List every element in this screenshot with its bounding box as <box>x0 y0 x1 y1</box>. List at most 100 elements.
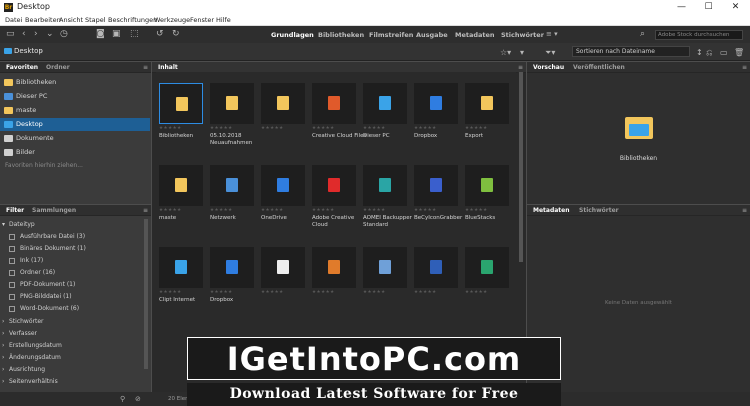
tab-metadaten[interactable]: Metadaten <box>533 207 570 214</box>
tab-vorschau[interactable]: Vorschau <box>533 64 564 71</box>
filter-icon[interactable]: ⏷▾ <box>545 47 555 58</box>
rating-stars[interactable]: ★★★★★ <box>159 208 182 213</box>
thumbnail-item[interactable] <box>261 165 305 206</box>
filter-checkbox-item[interactable]: Binäres Dokument (1) <box>0 243 148 255</box>
folder-open-icon[interactable]: ▭ <box>720 47 728 58</box>
thumbnail-item[interactable] <box>210 165 254 206</box>
checkbox[interactable] <box>9 294 15 300</box>
no-entry-icon[interactable]: ⊘ <box>135 395 141 403</box>
workspace-menu-icon[interactable]: ≡ ▾ <box>546 29 558 40</box>
ascending-icon[interactable]: ↕ <box>696 47 703 58</box>
camera-icon[interactable]: ◙ <box>96 29 105 40</box>
tab-stichwoerter[interactable]: Stichwörter <box>579 207 619 214</box>
back-icon[interactable]: ‹ <box>22 29 26 40</box>
breadcrumb[interactable]: Desktop <box>14 47 43 55</box>
thumbnail-item[interactable] <box>363 247 407 288</box>
checkbox[interactable] <box>9 282 15 288</box>
thumbnail-item[interactable] <box>414 83 458 124</box>
filter-section[interactable]: › Seitenverhältnis <box>0 376 148 388</box>
thumbnail-item[interactable] <box>363 83 407 124</box>
thumbnail-item[interactable] <box>210 247 254 288</box>
rating-stars[interactable]: ★★★★★ <box>261 208 284 213</box>
filter-checkbox-item[interactable]: PDF-Dokument (1) <box>0 279 148 291</box>
rating-filter-icon[interactable]: ▾ <box>520 47 524 58</box>
panel-menu-icon[interactable]: ≡ <box>143 207 148 214</box>
thumbnail-item[interactable] <box>159 165 203 206</box>
rating-stars[interactable]: ★★★★★ <box>363 290 386 295</box>
rating-stars[interactable]: ★★★★★ <box>312 208 335 213</box>
rating-stars[interactable]: ★★★★★ <box>414 208 437 213</box>
thumbnail-item[interactable] <box>312 165 356 206</box>
thumbnail-item[interactable] <box>465 83 509 124</box>
menu-beschriftungen[interactable]: Beschriftungen <box>108 16 157 24</box>
filter-checkbox-item[interactable]: PNG-Bilddatei (1) <box>0 291 148 303</box>
rating-stars[interactable]: ★★★★★ <box>159 126 182 131</box>
filter-checkbox-item[interactable]: Ink (17) <box>0 255 148 267</box>
favorite-item[interactable]: Bilder <box>0 146 150 159</box>
tab-bibliotheken[interactable]: Bibliotheken <box>318 29 364 41</box>
menu-hilfe[interactable]: Hilfe <box>216 16 231 24</box>
rotate-right-icon[interactable]: ↻ <box>172 29 180 40</box>
star-filter-icon[interactable]: ☆▾ <box>500 47 511 58</box>
checkbox[interactable] <box>9 306 15 312</box>
rating-stars[interactable]: ★★★★★ <box>210 208 233 213</box>
tab-grundlagen[interactable]: Grundlagen <box>271 29 314 41</box>
checkbox[interactable] <box>9 258 15 264</box>
filter-section[interactable]: › Erstellungsdatum <box>0 340 148 352</box>
rating-stars[interactable]: ★★★★★ <box>363 208 386 213</box>
filter-section[interactable]: › Änderungsdatum <box>0 352 148 364</box>
rotate-left-icon[interactable]: ↺ <box>156 29 164 40</box>
thumbnail-item[interactable] <box>414 165 458 206</box>
panel-menu-icon[interactable]: ≡ <box>742 207 747 214</box>
rating-stars[interactable]: ★★★★★ <box>363 126 386 131</box>
filter-checkbox-item[interactable]: Ordner (16) <box>0 267 148 279</box>
rating-stars[interactable]: ★★★★★ <box>465 208 488 213</box>
delete-icon[interactable]: 🗑 <box>734 47 744 58</box>
favorite-item[interactable]: maste <box>0 104 150 117</box>
filter-checkbox-item[interactable]: Ausführbare Datei (3) <box>0 231 148 243</box>
thumbnail-item[interactable] <box>210 83 254 124</box>
rating-stars[interactable]: ★★★★★ <box>465 126 488 131</box>
menu-bearbeiten[interactable]: Bearbeiten <box>25 16 61 24</box>
tab-sammlungen[interactable]: Sammlungen <box>32 207 76 214</box>
tab-filter[interactable]: Filter <box>6 207 24 214</box>
menu-stapel[interactable]: Stapel <box>85 16 106 24</box>
filter-section[interactable]: › Ausrichtung <box>0 364 148 376</box>
search-input[interactable]: Adobe Stock durchsuchen <box>655 30 743 40</box>
thumbnail-item[interactable] <box>261 83 305 124</box>
rating-stars[interactable]: ★★★★★ <box>159 290 182 295</box>
new-folder-icon[interactable]: ⎌ <box>706 47 712 58</box>
menu-datei[interactable]: Datei <box>5 16 22 24</box>
rating-stars[interactable]: ★★★★★ <box>210 126 233 131</box>
open-recent-icon[interactable]: ⬚ <box>130 29 139 40</box>
filter-scrollbar[interactable] <box>144 219 148 369</box>
thumbnail-item[interactable] <box>465 165 509 206</box>
panel-menu-icon[interactable]: ≡ <box>742 64 747 71</box>
home-icon[interactable]: ▭ <box>6 29 15 40</box>
panel-menu-icon[interactable]: ≡ <box>143 64 148 71</box>
menu-werkzeuge[interactable]: Werkzeuge <box>154 16 190 24</box>
pin-icon[interactable]: ⚲ <box>120 395 125 403</box>
rating-stars[interactable]: ★★★★★ <box>261 290 284 295</box>
rating-stars[interactable]: ★★★★★ <box>261 126 284 131</box>
search-icon[interactable]: ⌕ <box>640 29 645 40</box>
thumbnail-item[interactable] <box>159 247 203 288</box>
thumbnail-item[interactable] <box>159 83 203 124</box>
panel-menu-icon[interactable]: ≡ <box>518 64 523 71</box>
close-button[interactable]: ✕ <box>722 0 749 15</box>
tab-veroeffentlichen[interactable]: Veröffentlichen <box>573 64 625 71</box>
favorite-item[interactable]: Desktop <box>0 118 150 131</box>
filter-section[interactable]: › Stichwörter <box>0 316 148 328</box>
tab-inhalt[interactable]: Inhalt <box>158 64 178 71</box>
thumbnail-item[interactable] <box>261 247 305 288</box>
tab-metadaten[interactable]: Metadaten <box>455 29 495 41</box>
sort-select[interactable]: Sortieren nach Dateiname <box>572 46 690 57</box>
thumbnail-item[interactable] <box>312 83 356 124</box>
forward-icon[interactable]: › <box>34 29 38 40</box>
refine-icon[interactable]: ▣ <box>112 29 121 40</box>
favorite-item[interactable]: Dieser PC <box>0 90 150 103</box>
favorite-item[interactable]: Dokumente <box>0 132 150 145</box>
minimize-button[interactable]: — <box>668 0 695 15</box>
rating-stars[interactable]: ★★★★★ <box>312 290 335 295</box>
thumbnail-item[interactable] <box>414 247 458 288</box>
